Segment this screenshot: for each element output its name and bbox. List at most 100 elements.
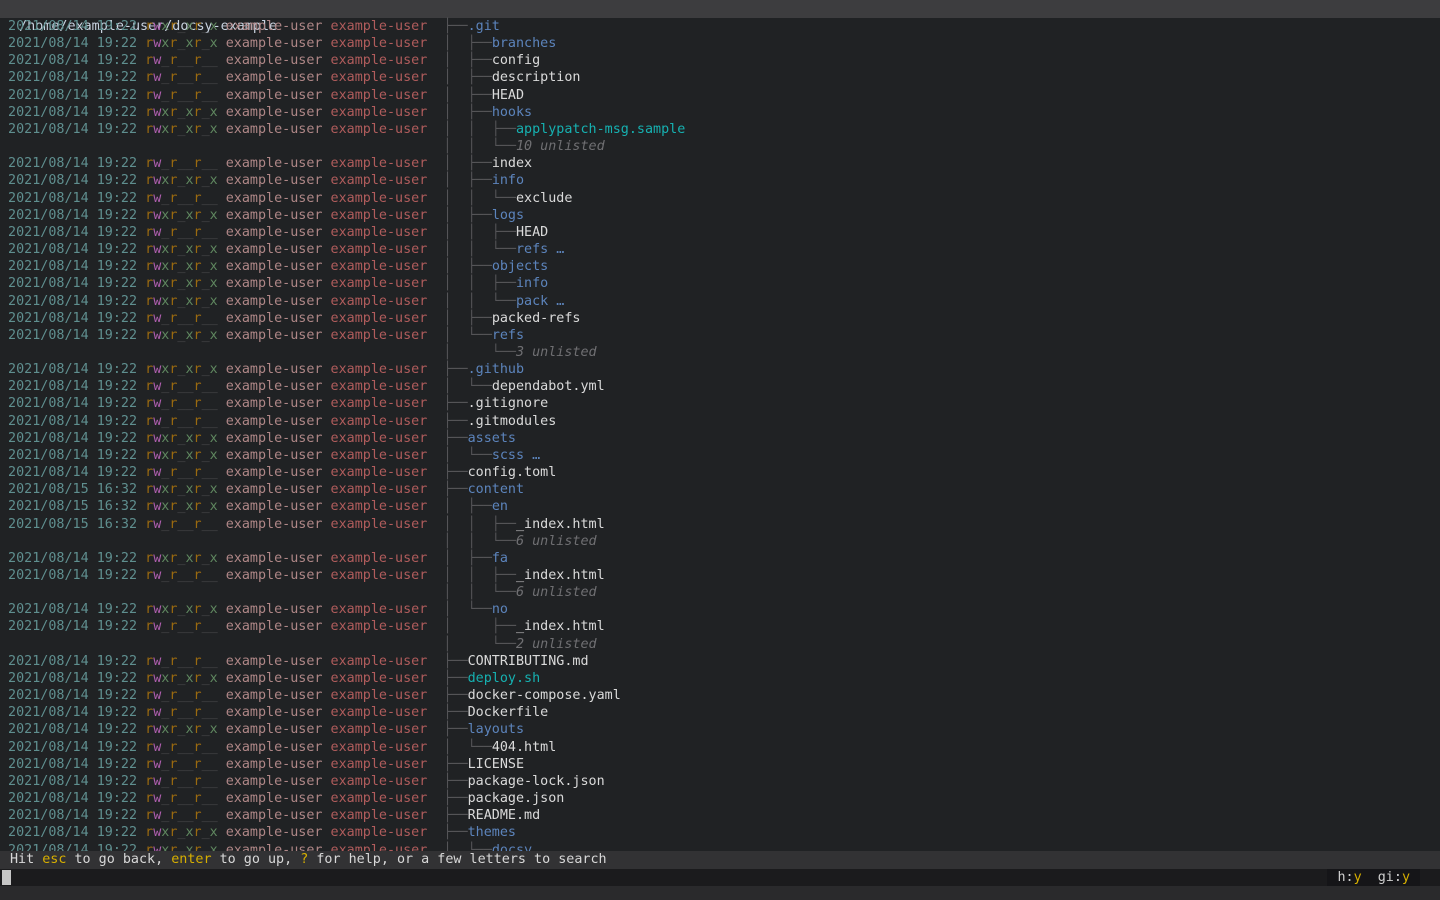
file-name[interactable]: en xyxy=(492,499,508,514)
file-perm-char: _ xyxy=(202,705,210,720)
file-name[interactable]: themes xyxy=(468,825,516,840)
file-name[interactable]: fa xyxy=(492,551,508,566)
file-name[interactable]: _index.html xyxy=(516,517,605,532)
file-name[interactable]: description xyxy=(492,70,581,85)
tree-row[interactable]: 2021/08/14 19:22 rwxr_xr_x example-user … xyxy=(0,430,1440,447)
tree-row[interactable]: 2021/08/14 19:22 rw_r__r__ example-user … xyxy=(0,52,1440,69)
file-name[interactable]: objects xyxy=(492,259,548,274)
tree-row[interactable]: 2021/08/14 19:22 rw_r__r__ example-user … xyxy=(0,618,1440,635)
file-name[interactable]: 404.html xyxy=(492,740,557,755)
file-perm-char: _ xyxy=(185,740,193,755)
file-name[interactable]: info xyxy=(516,276,548,291)
file-name[interactable]: .gitmodules xyxy=(468,414,557,429)
tree-row[interactable]: 2021/08/14 19:22 rwxr_xr_x example-user … xyxy=(0,721,1440,738)
file-name[interactable]: .gitignore xyxy=(468,396,549,411)
file-name[interactable]: no xyxy=(492,602,508,617)
tree-row[interactable]: 2021/08/14 19:22 rw_r__r__ example-user … xyxy=(0,739,1440,756)
tree-row[interactable]: 2021/08/14 19:22 rwxr_xr_x example-user … xyxy=(0,361,1440,378)
tree-row[interactable]: 2021/08/14 19:22 rwxr_xr_x example-user … xyxy=(0,104,1440,121)
tree-row[interactable]: 2021/08/14 19:22 rwxr_xr_x example-user … xyxy=(0,207,1440,224)
file-name[interactable]: branches xyxy=(492,36,557,51)
tree-row[interactable]: 2021/08/15 16:32 rwxr_xr_x example-user … xyxy=(0,498,1440,515)
file-name[interactable]: _index.html xyxy=(516,619,605,634)
file-name[interactable]: packed-refs xyxy=(492,311,581,326)
tree-row[interactable]: 2021/08/14 19:22 rw_r__r__ example-user … xyxy=(0,224,1440,241)
tree-row[interactable]: 2021/08/14 19:22 rw_r__r__ example-user … xyxy=(0,567,1440,584)
tree-row[interactable]: 2021/08/14 19:22 rw_r__r__ example-user … xyxy=(0,310,1440,327)
tree-row[interactable]: 2021/08/14 19:22 rw_r__r__ example-user … xyxy=(0,756,1440,773)
file-name[interactable]: dependabot.yml xyxy=(492,379,605,394)
file-name[interactable]: layouts xyxy=(468,722,524,737)
tree-row[interactable]: 2021/08/14 19:22 rwxr_xr_x example-user … xyxy=(0,275,1440,292)
tree-row[interactable]: 2021/08/14 19:22 rwxr_xr_x example-user … xyxy=(0,601,1440,618)
tree-row[interactable]: 2021/08/14 19:22 rw_r__r__ example-user … xyxy=(0,190,1440,207)
tree-row[interactable]: 2021/08/14 19:22 rwxr_xr_x example-user … xyxy=(0,18,1440,35)
file-name[interactable]: package-lock.json xyxy=(468,774,605,789)
file-name[interactable]: config.toml xyxy=(468,465,557,480)
tree-row[interactable]: 2021/08/14 19:22 rw_r__r__ example-user … xyxy=(0,395,1440,412)
file-name[interactable]: config xyxy=(492,53,540,68)
file-name[interactable]: scss … xyxy=(492,448,540,463)
file-name[interactable]: logs xyxy=(492,208,524,223)
file-name[interactable]: .github xyxy=(468,362,524,377)
file-group: example-user xyxy=(323,225,428,240)
tree-row[interactable]: 2021/08/14 19:22 rw_r__r__ example-user … xyxy=(0,413,1440,430)
tree-row[interactable]: 2021/08/14 19:22 rw_r__r__ example-user … xyxy=(0,87,1440,104)
file-name[interactable]: CONTRIBUTING.md xyxy=(468,654,589,669)
file-perm-char: r xyxy=(194,36,202,51)
file-perm-char: r xyxy=(145,482,153,497)
tree-row[interactable]: 2021/08/14 19:22 rwxr_xr_x example-user … xyxy=(0,121,1440,138)
tree-row[interactable]: 2021/08/14 19:22 rwxr_xr_x example-user … xyxy=(0,241,1440,258)
file-date: 2021/08/14 19:22 xyxy=(0,396,145,411)
tree-row[interactable]: 2021/08/15 16:32 rwxr_xr_x example-user … xyxy=(0,481,1440,498)
file-perm-char: _ xyxy=(185,654,193,669)
file-name[interactable]: package.json xyxy=(468,791,565,806)
file-name[interactable]: exclude xyxy=(516,191,572,206)
tree-row[interactable]: 2021/08/14 19:22 rwxr_xr_x example-user … xyxy=(0,258,1440,275)
tree-row[interactable]: 2021/08/14 19:22 rw_r__r__ example-user … xyxy=(0,807,1440,824)
tree-row[interactable]: 2021/08/14 19:22 rwxr_xr_x example-user … xyxy=(0,670,1440,687)
tree-row[interactable]: 2021/08/14 19:22 rwxr_xr_x example-user … xyxy=(0,293,1440,310)
tree-row[interactable]: 2021/08/14 19:22 rw_r__r__ example-user … xyxy=(0,704,1440,721)
file-name[interactable]: HEAD xyxy=(516,225,548,240)
tree-row[interactable]: 2021/08/14 19:22 rw_r__r__ example-user … xyxy=(0,653,1440,670)
file-name[interactable]: deploy.sh xyxy=(468,671,541,686)
tree-row[interactable]: 2021/08/14 19:22 rwxr_xr_x example-user … xyxy=(0,35,1440,52)
search-input[interactable]: h:y gi:y xyxy=(0,869,1440,887)
tree-row[interactable]: 2021/08/14 19:22 rw_r__r__ example-user … xyxy=(0,687,1440,704)
tree-row[interactable]: 2021/08/14 19:22 rw_r__r__ example-user … xyxy=(0,790,1440,807)
tree-row[interactable]: 2021/08/15 16:32 rw_r__r__ example-user … xyxy=(0,516,1440,533)
file-name[interactable]: LICENSE xyxy=(468,757,524,772)
tree-row[interactable]: 2021/08/14 19:22 rw_r__r__ example-user … xyxy=(0,464,1440,481)
file-name[interactable]: index xyxy=(492,156,532,171)
tree-branch-lines: │ ├── xyxy=(443,259,491,274)
file-name[interactable]: content xyxy=(468,482,524,497)
file-name[interactable]: refs xyxy=(492,328,524,343)
file-name[interactable]: .git xyxy=(468,19,500,34)
file-name[interactable]: pack … xyxy=(516,294,564,309)
file-name[interactable]: README.md xyxy=(468,808,541,823)
file-name[interactable]: refs … xyxy=(516,242,564,257)
file-name[interactable]: HEAD xyxy=(492,88,524,103)
file-name[interactable]: _index.html xyxy=(516,568,605,583)
file-name[interactable]: assets xyxy=(468,431,516,446)
tree-row[interactable]: 2021/08/14 19:22 rw_r__r__ example-user … xyxy=(0,69,1440,86)
file-date: 2021/08/14 19:22 xyxy=(0,242,145,257)
tree-row[interactable]: 2021/08/14 19:22 rw_r__r__ example-user … xyxy=(0,155,1440,172)
file-name[interactable]: applypatch-msg.sample xyxy=(516,122,685,137)
tree-row[interactable]: 2021/08/14 19:22 rw_r__r__ example-user … xyxy=(0,378,1440,395)
tree-row[interactable]: 2021/08/14 19:22 rwxr_xr_x example-user … xyxy=(0,327,1440,344)
tree-row[interactable]: 2021/08/14 19:22 rwxr_xr_x example-user … xyxy=(0,824,1440,841)
file-perm-char: x xyxy=(185,482,193,497)
tree-row[interactable]: 2021/08/14 19:22 rwxr_xr_x example-user … xyxy=(0,447,1440,464)
file-name[interactable]: Dockerfile xyxy=(468,705,549,720)
file-name[interactable]: docker-compose.yaml xyxy=(468,688,621,703)
tree-row[interactable]: 2021/08/14 19:22 rwxr_xr_x example-user … xyxy=(0,550,1440,567)
tree-branch-lines: │ └── xyxy=(443,637,516,652)
file-name[interactable]: hooks xyxy=(492,105,532,120)
file-name[interactable]: info xyxy=(492,173,524,188)
file-date: 2021/08/14 19:22 xyxy=(0,705,145,720)
tree-row[interactable]: 2021/08/14 19:22 rwxr_xr_x example-user … xyxy=(0,172,1440,189)
file-perm-char: _ xyxy=(202,362,210,377)
tree-row[interactable]: 2021/08/14 19:22 rw_r__r__ example-user … xyxy=(0,773,1440,790)
